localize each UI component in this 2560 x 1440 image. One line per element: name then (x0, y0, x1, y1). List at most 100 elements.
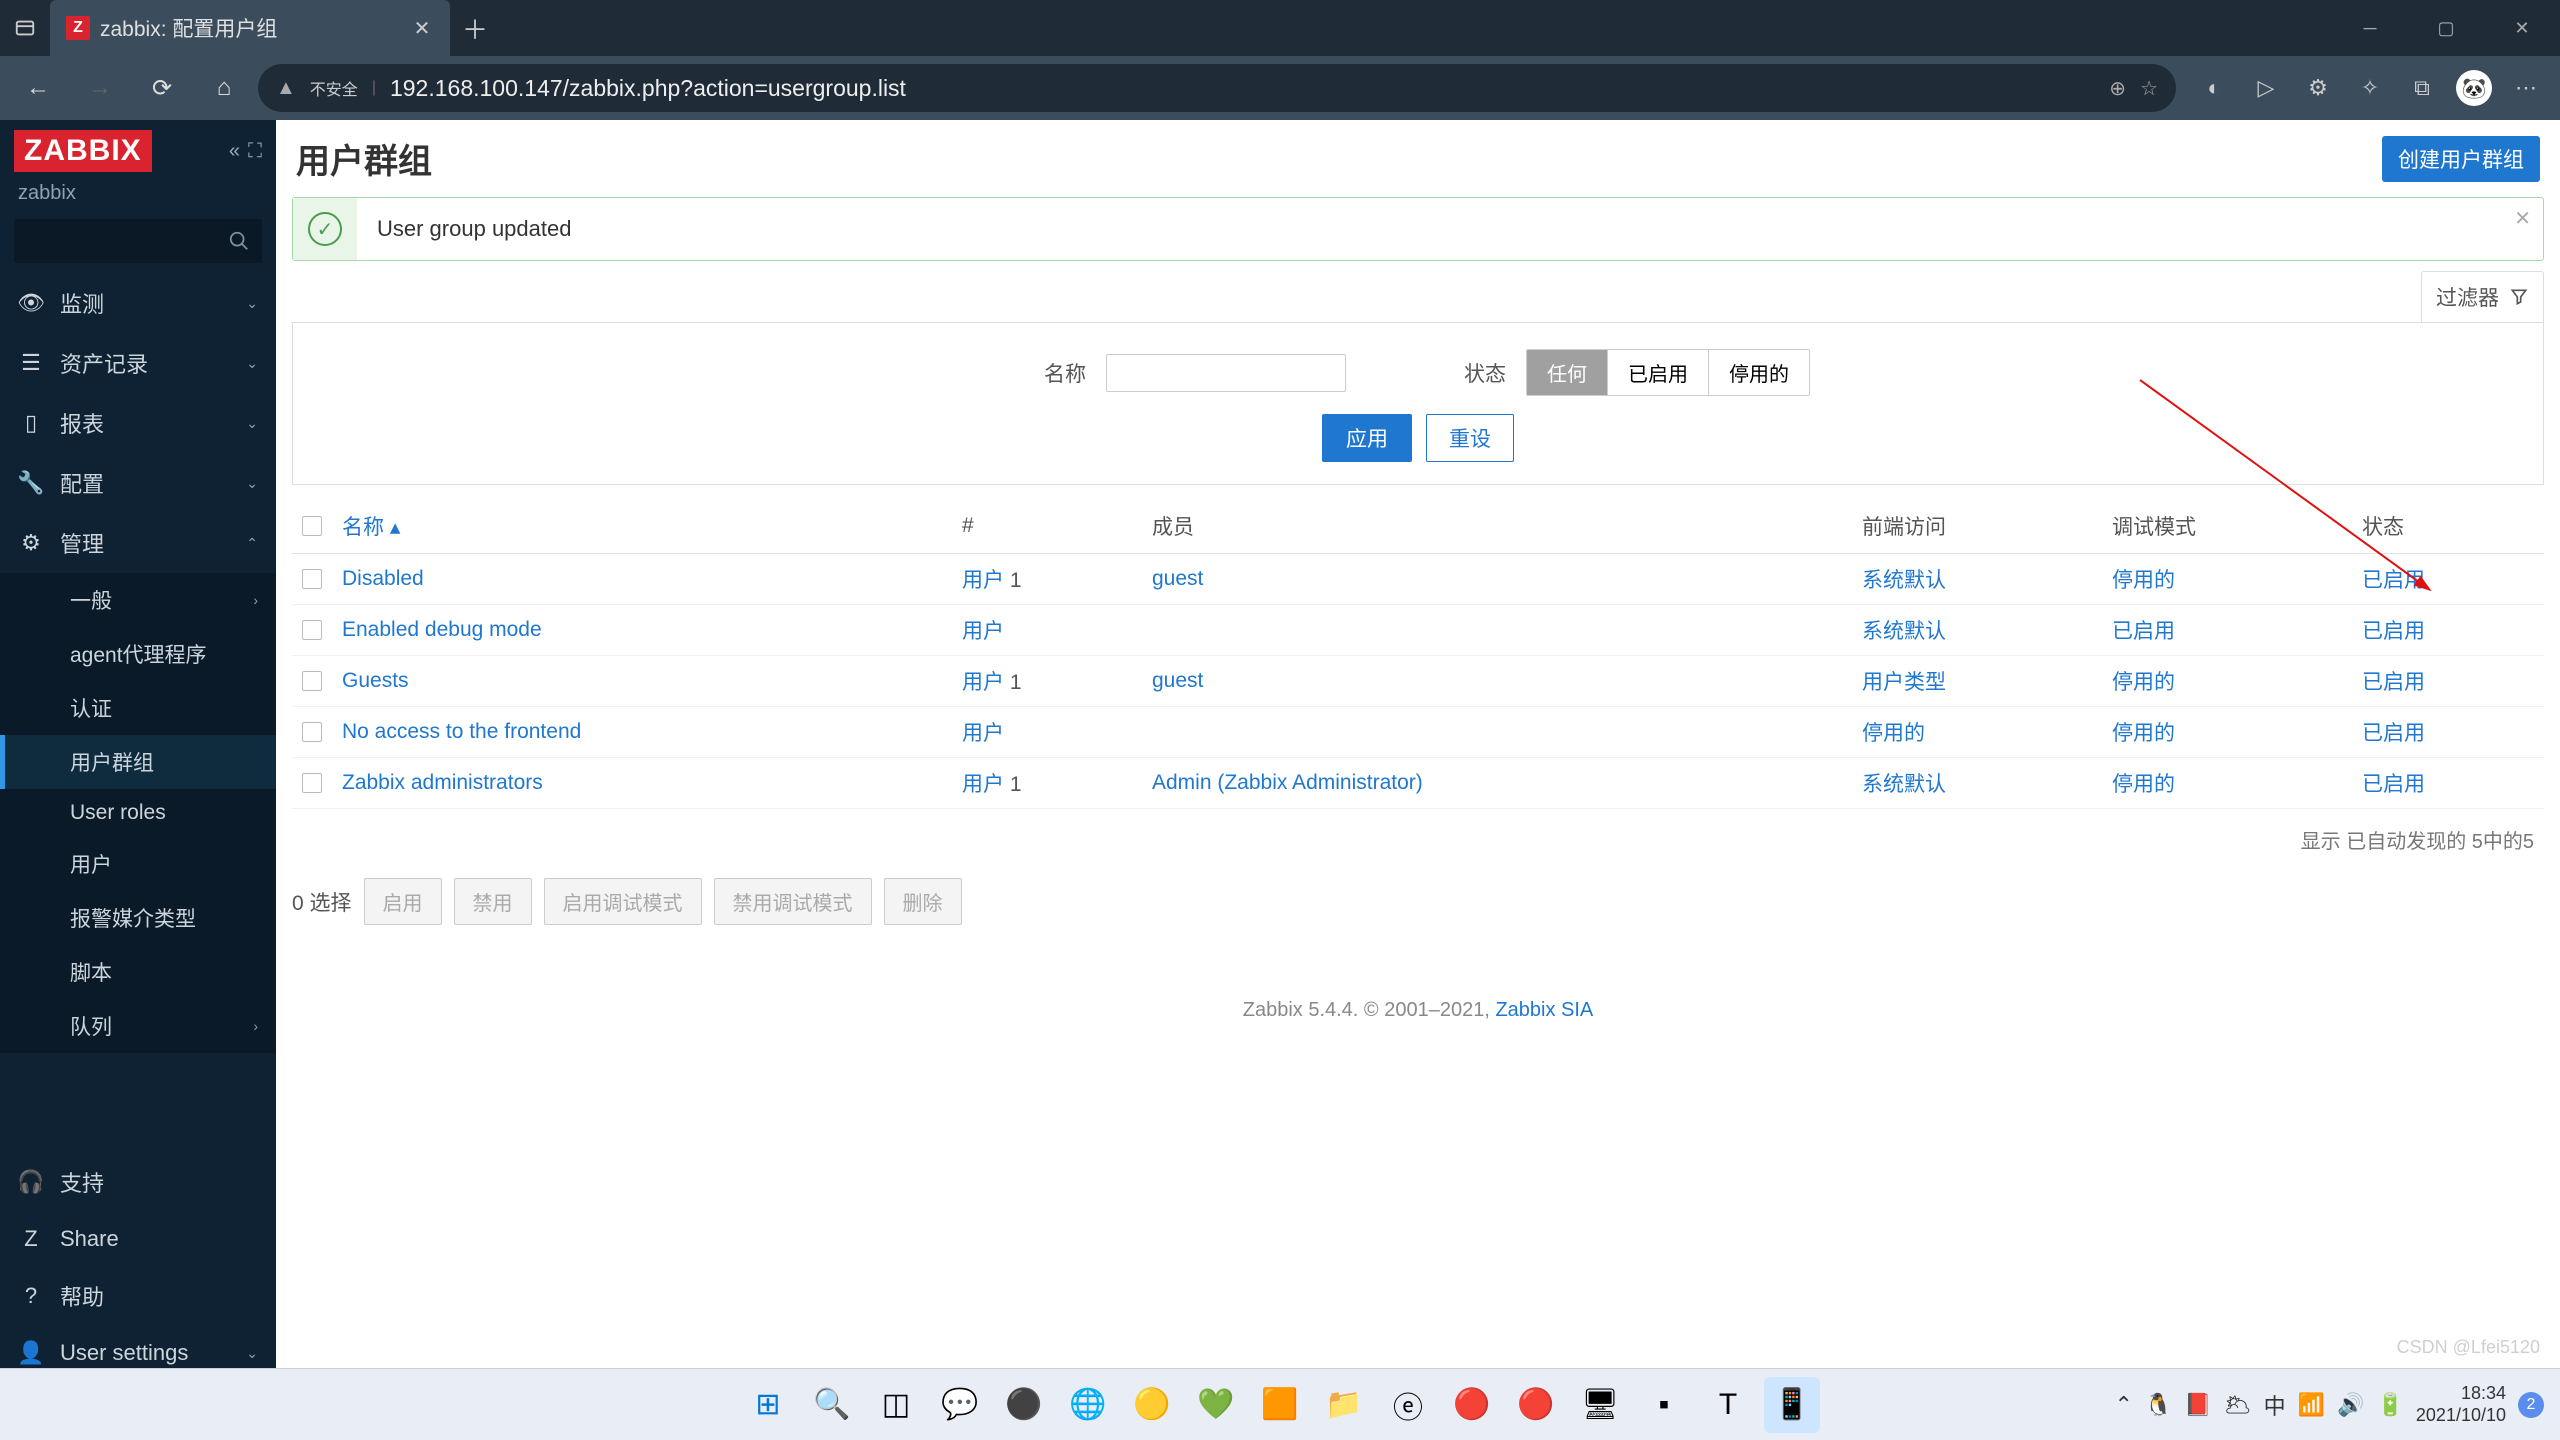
subnav-users[interactable]: 用户 (0, 837, 276, 891)
status-link[interactable]: 已启用 (2362, 620, 2425, 643)
zabbix-logo[interactable]: ZABBIX (14, 130, 152, 172)
create-usergroup-button[interactable]: 创建用户群组 (2382, 136, 2540, 182)
debug-link[interactable]: 已启用 (2112, 620, 2175, 643)
tray-qq[interactable]: 🐧 (2145, 1392, 2172, 1418)
frontend-link[interactable]: 系统默认 (1862, 569, 1946, 592)
popout-icon[interactable]: ⛶ (248, 140, 262, 163)
group-name-link[interactable]: Enabled debug mode (342, 618, 542, 641)
app-icon-1[interactable]: 🟡 (1124, 1377, 1180, 1433)
edge-icon[interactable]: 🌐 (1060, 1377, 1116, 1433)
netease-icon[interactable]: 🔴 (1508, 1377, 1564, 1433)
subnav-auth[interactable]: 认证 (0, 681, 276, 735)
home-button[interactable]: ⌂ (196, 60, 252, 116)
row-checkbox[interactable] (302, 722, 322, 742)
footer-link[interactable]: Zabbix SIA (1495, 999, 1593, 1021)
alert-close-icon[interactable]: ✕ (2514, 206, 2531, 231)
profile-avatar[interactable]: 🐼 (2450, 64, 2498, 112)
steam-icon[interactable]: ⚫ (996, 1377, 1052, 1433)
debug-link[interactable]: 停用的 (2112, 722, 2175, 745)
member-link[interactable]: guest (1152, 567, 1203, 590)
group-name-link[interactable]: Guests (342, 669, 409, 692)
close-window-button[interactable]: ✕ (2484, 0, 2560, 56)
sidebar-item-monitor[interactable]: 👁 监测⌄ (0, 273, 276, 333)
status-link[interactable]: 已启用 (2362, 569, 2425, 592)
row-checkbox[interactable] (302, 773, 322, 793)
new-tab-button[interactable]: ＋ (450, 10, 500, 47)
tray-chevron[interactable]: ⌃ (2114, 1392, 2132, 1418)
back-button[interactable]: ← (10, 60, 66, 116)
sidebar-help[interactable]: ?帮助 (0, 1266, 276, 1326)
status-enabled[interactable]: 已启用 (1608, 350, 1709, 395)
group-name-link[interactable]: Zabbix administrators (342, 771, 543, 794)
users-link[interactable]: 用户 (962, 722, 1004, 745)
more-icon[interactable]: ⋯ (2502, 64, 2550, 112)
ext-icon-1[interactable]: ◐ (2190, 64, 2238, 112)
subnav-usergroups[interactable]: 用户群组 (0, 735, 276, 789)
bulk-enable-debug[interactable]: 启用调试模式 (544, 878, 702, 925)
tab-actions-icon[interactable] (0, 0, 50, 56)
debug-link[interactable]: 停用的 (2112, 671, 2175, 694)
subnav-userroles[interactable]: User roles (0, 789, 276, 837)
app-icon-3[interactable]: ▪ (1636, 1377, 1692, 1433)
chat-icon[interactable]: 💬 (932, 1377, 988, 1433)
browser-tab[interactable]: Z zabbix: 配置用户组 ✕ (50, 0, 450, 56)
minimize-button[interactable]: ─ (2332, 0, 2408, 56)
member-link[interactable]: guest (1152, 669, 1203, 692)
frontend-link[interactable]: 用户类型 (1862, 671, 1946, 694)
debug-link[interactable]: 停用的 (2112, 569, 2175, 592)
notification-badge[interactable]: 2 (2518, 1392, 2544, 1418)
users-link[interactable]: 用户 (962, 773, 1004, 796)
forward-button[interactable]: → (72, 60, 128, 116)
app-icon-4[interactable]: 📱 (1764, 1377, 1820, 1433)
maximize-button[interactable]: ▢ (2408, 0, 2484, 56)
bulk-delete[interactable]: 删除 (884, 878, 962, 925)
subnav-mediatypes[interactable]: 报警媒介类型 (0, 891, 276, 945)
search-task-icon[interactable]: 🔍 (804, 1377, 860, 1433)
app-icon-2[interactable]: 🟧 (1252, 1377, 1308, 1433)
filter-apply-button[interactable]: 应用 (1322, 414, 1412, 462)
collections-icon[interactable]: ⧉ (2398, 64, 2446, 112)
sidebar-item-inventory[interactable]: ☰ 资产记录⌄ (0, 333, 276, 393)
sidebar-support[interactable]: 🎧支持 (0, 1152, 276, 1212)
users-link[interactable]: 用户 (962, 620, 1004, 643)
explorer-icon[interactable]: 📁 (1316, 1377, 1372, 1433)
filter-reset-button[interactable]: 重设 (1426, 414, 1514, 462)
status-link[interactable]: 已启用 (2362, 722, 2425, 745)
chrome-icon[interactable]: 🔴 (1444, 1377, 1500, 1433)
bulk-disable-debug[interactable]: 禁用调试模式 (714, 878, 872, 925)
row-checkbox[interactable] (302, 620, 322, 640)
subnav-general[interactable]: 一般› (0, 573, 276, 627)
ext-icon-3[interactable]: ⚙ (2294, 64, 2342, 112)
users-link[interactable]: 用户 (962, 671, 1004, 694)
status-any[interactable]: 任何 (1527, 350, 1608, 395)
wifi-icon[interactable]: 📶 (2298, 1392, 2325, 1418)
typora-icon[interactable]: T (1700, 1377, 1756, 1433)
start-button[interactable]: ⊞ (740, 1377, 796, 1433)
volume-icon[interactable]: 🔊 (2337, 1392, 2364, 1418)
status-link[interactable]: 已启用 (2362, 773, 2425, 796)
bulk-enable[interactable]: 启用 (364, 878, 442, 925)
clock[interactable]: 18:34 2021/10/10 (2416, 1383, 2506, 1426)
search-input[interactable] (14, 219, 262, 263)
url-input[interactable]: ▲ 不安全 | 192.168.100.147/zabbix.php?actio… (258, 64, 2176, 112)
battery-icon[interactable]: 🔋 (2377, 1392, 2404, 1418)
collapse-icon[interactable]: « (229, 140, 240, 163)
zoom-icon[interactable]: ⊕ (2109, 76, 2126, 101)
ie-icon[interactable]: ⓔ (1380, 1377, 1436, 1433)
tray-ime[interactable]: 中 (2264, 1389, 2286, 1421)
sidebar-share[interactable]: ZShare (0, 1212, 276, 1266)
filter-toggle[interactable]: 过滤器 (2421, 271, 2544, 322)
col-name[interactable]: 名称 ▴ (332, 499, 952, 554)
favorites-icon[interactable]: ✧ (2346, 64, 2394, 112)
select-all-checkbox[interactable] (302, 516, 322, 536)
favorite-icon[interactable]: ☆ (2140, 76, 2158, 101)
tray-app1[interactable]: 📕 (2184, 1392, 2211, 1418)
wechat-icon[interactable]: 💚 (1188, 1377, 1244, 1433)
vm-icon[interactable]: 🖥 (1572, 1377, 1628, 1433)
status-link[interactable]: 已启用 (2362, 671, 2425, 694)
frontend-link[interactable]: 系统默认 (1862, 773, 1946, 796)
frontend-link[interactable]: 停用的 (1862, 722, 1925, 745)
reload-button[interactable]: ⟳ (134, 60, 190, 116)
taskview-icon[interactable]: ◫ (868, 1377, 924, 1433)
close-icon[interactable]: ✕ (410, 16, 434, 41)
